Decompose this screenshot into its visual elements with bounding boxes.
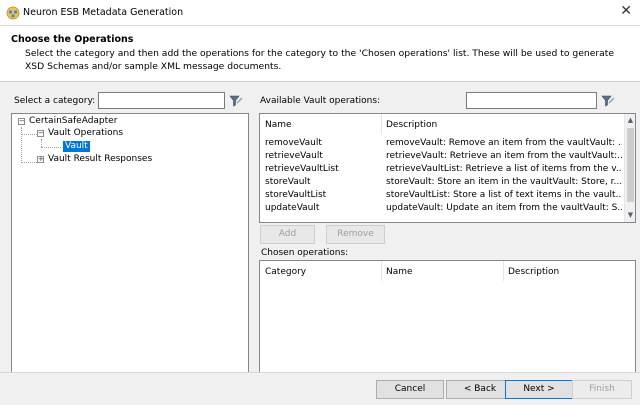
column-separator: [381, 261, 382, 281]
tree-node-vault-operations[interactable]: Vault Operations: [48, 128, 123, 139]
remove-button[interactable]: Remove: [326, 225, 385, 244]
table-row-description[interactable]: retrieveVaultList: Retrieve a list of it…: [386, 164, 622, 174]
next-button[interactable]: Next >: [505, 380, 573, 399]
table-row-description[interactable]: removeVault: Remove an item from the vau…: [386, 138, 622, 148]
table-row-name[interactable]: removeVault: [265, 138, 377, 148]
chosen-operations-grid[interactable]: Category Name Description: [259, 260, 636, 373]
column-header-category[interactable]: Category: [265, 267, 306, 277]
table-row-description[interactable]: storeVaultList: Store a list of text ite…: [386, 190, 622, 200]
category-label: Select a category:: [14, 96, 96, 106]
back-button[interactable]: < Back: [446, 380, 514, 399]
cancel-button[interactable]: Cancel: [376, 380, 444, 399]
funnel-icon[interactable]: [229, 94, 243, 108]
tree-connector: [41, 139, 42, 147]
table-row-name[interactable]: updateVault: [265, 203, 377, 213]
column-header-name[interactable]: Name: [386, 267, 413, 277]
operations-search-input[interactable]: [466, 92, 597, 109]
table-row-description[interactable]: updateVault: Update an item from the vau…: [386, 203, 622, 213]
table-row-name[interactable]: storeVaultList: [265, 190, 377, 200]
finish-button[interactable]: Finish: [572, 380, 632, 399]
close-icon[interactable]: ✕: [620, 3, 632, 19]
chosen-operations-label: Chosen operations:: [261, 248, 349, 258]
available-operations-label: Available Vault operations:: [260, 96, 381, 106]
tree-connector: [41, 147, 61, 148]
tree-node-vault-result-responses[interactable]: Vault Result Responses: [48, 154, 152, 165]
page-description: Select the category and then add the ope…: [25, 48, 615, 72]
tree-connector: [21, 127, 22, 163]
collapse-toggle-icon[interactable]: −: [18, 118, 25, 125]
tree-node-root[interactable]: CertainSafeAdapter: [29, 116, 117, 127]
scroll-down-icon[interactable]: ▼: [625, 210, 635, 221]
page-title: Choose the Operations: [11, 34, 134, 45]
available-operations-grid[interactable]: Name Description removeVault removeVault…: [259, 113, 636, 223]
table-row-name[interactable]: storeVault: [265, 177, 377, 187]
column-separator: [503, 261, 504, 281]
column-header-description[interactable]: Description: [386, 120, 437, 130]
scroll-up-icon[interactable]: ▲: [625, 115, 635, 126]
category-search-input[interactable]: [98, 92, 225, 109]
wizard-header: Choose the Operations Select the categor…: [0, 26, 640, 82]
table-row-name[interactable]: retrieveVaultList: [265, 164, 377, 174]
window-title: Neuron ESB Metadata Generation: [23, 7, 184, 18]
table-row-description[interactable]: retrieveVault: Retrieve an item from the…: [386, 151, 622, 161]
column-header-name[interactable]: Name: [265, 120, 292, 130]
tree-connector: [22, 162, 37, 163]
collapse-toggle-icon[interactable]: −: [37, 130, 44, 137]
tree-node-vault[interactable]: Vault: [63, 141, 90, 152]
column-separator: [381, 114, 382, 134]
window-titlebar: Neuron ESB Metadata Generation ✕: [0, 0, 640, 26]
table-row-name[interactable]: retrieveVault: [265, 151, 377, 161]
tree-connector: [22, 134, 37, 135]
footer-divider: [0, 372, 640, 373]
category-tree[interactable]: − CertainSafeAdapter − Vault Operations …: [11, 113, 249, 373]
column-header-description[interactable]: Description: [508, 267, 559, 277]
table-row-description[interactable]: storeVault: Store an item in the vaultVa…: [386, 177, 622, 187]
neuron-app-icon: [6, 6, 20, 20]
scrollbar-thumb[interactable]: [627, 128, 634, 202]
add-button[interactable]: Add: [260, 225, 315, 244]
funnel-icon[interactable]: [601, 94, 615, 108]
expand-toggle-icon[interactable]: +: [37, 156, 44, 163]
vertical-scrollbar[interactable]: ▲ ▼: [624, 114, 635, 222]
